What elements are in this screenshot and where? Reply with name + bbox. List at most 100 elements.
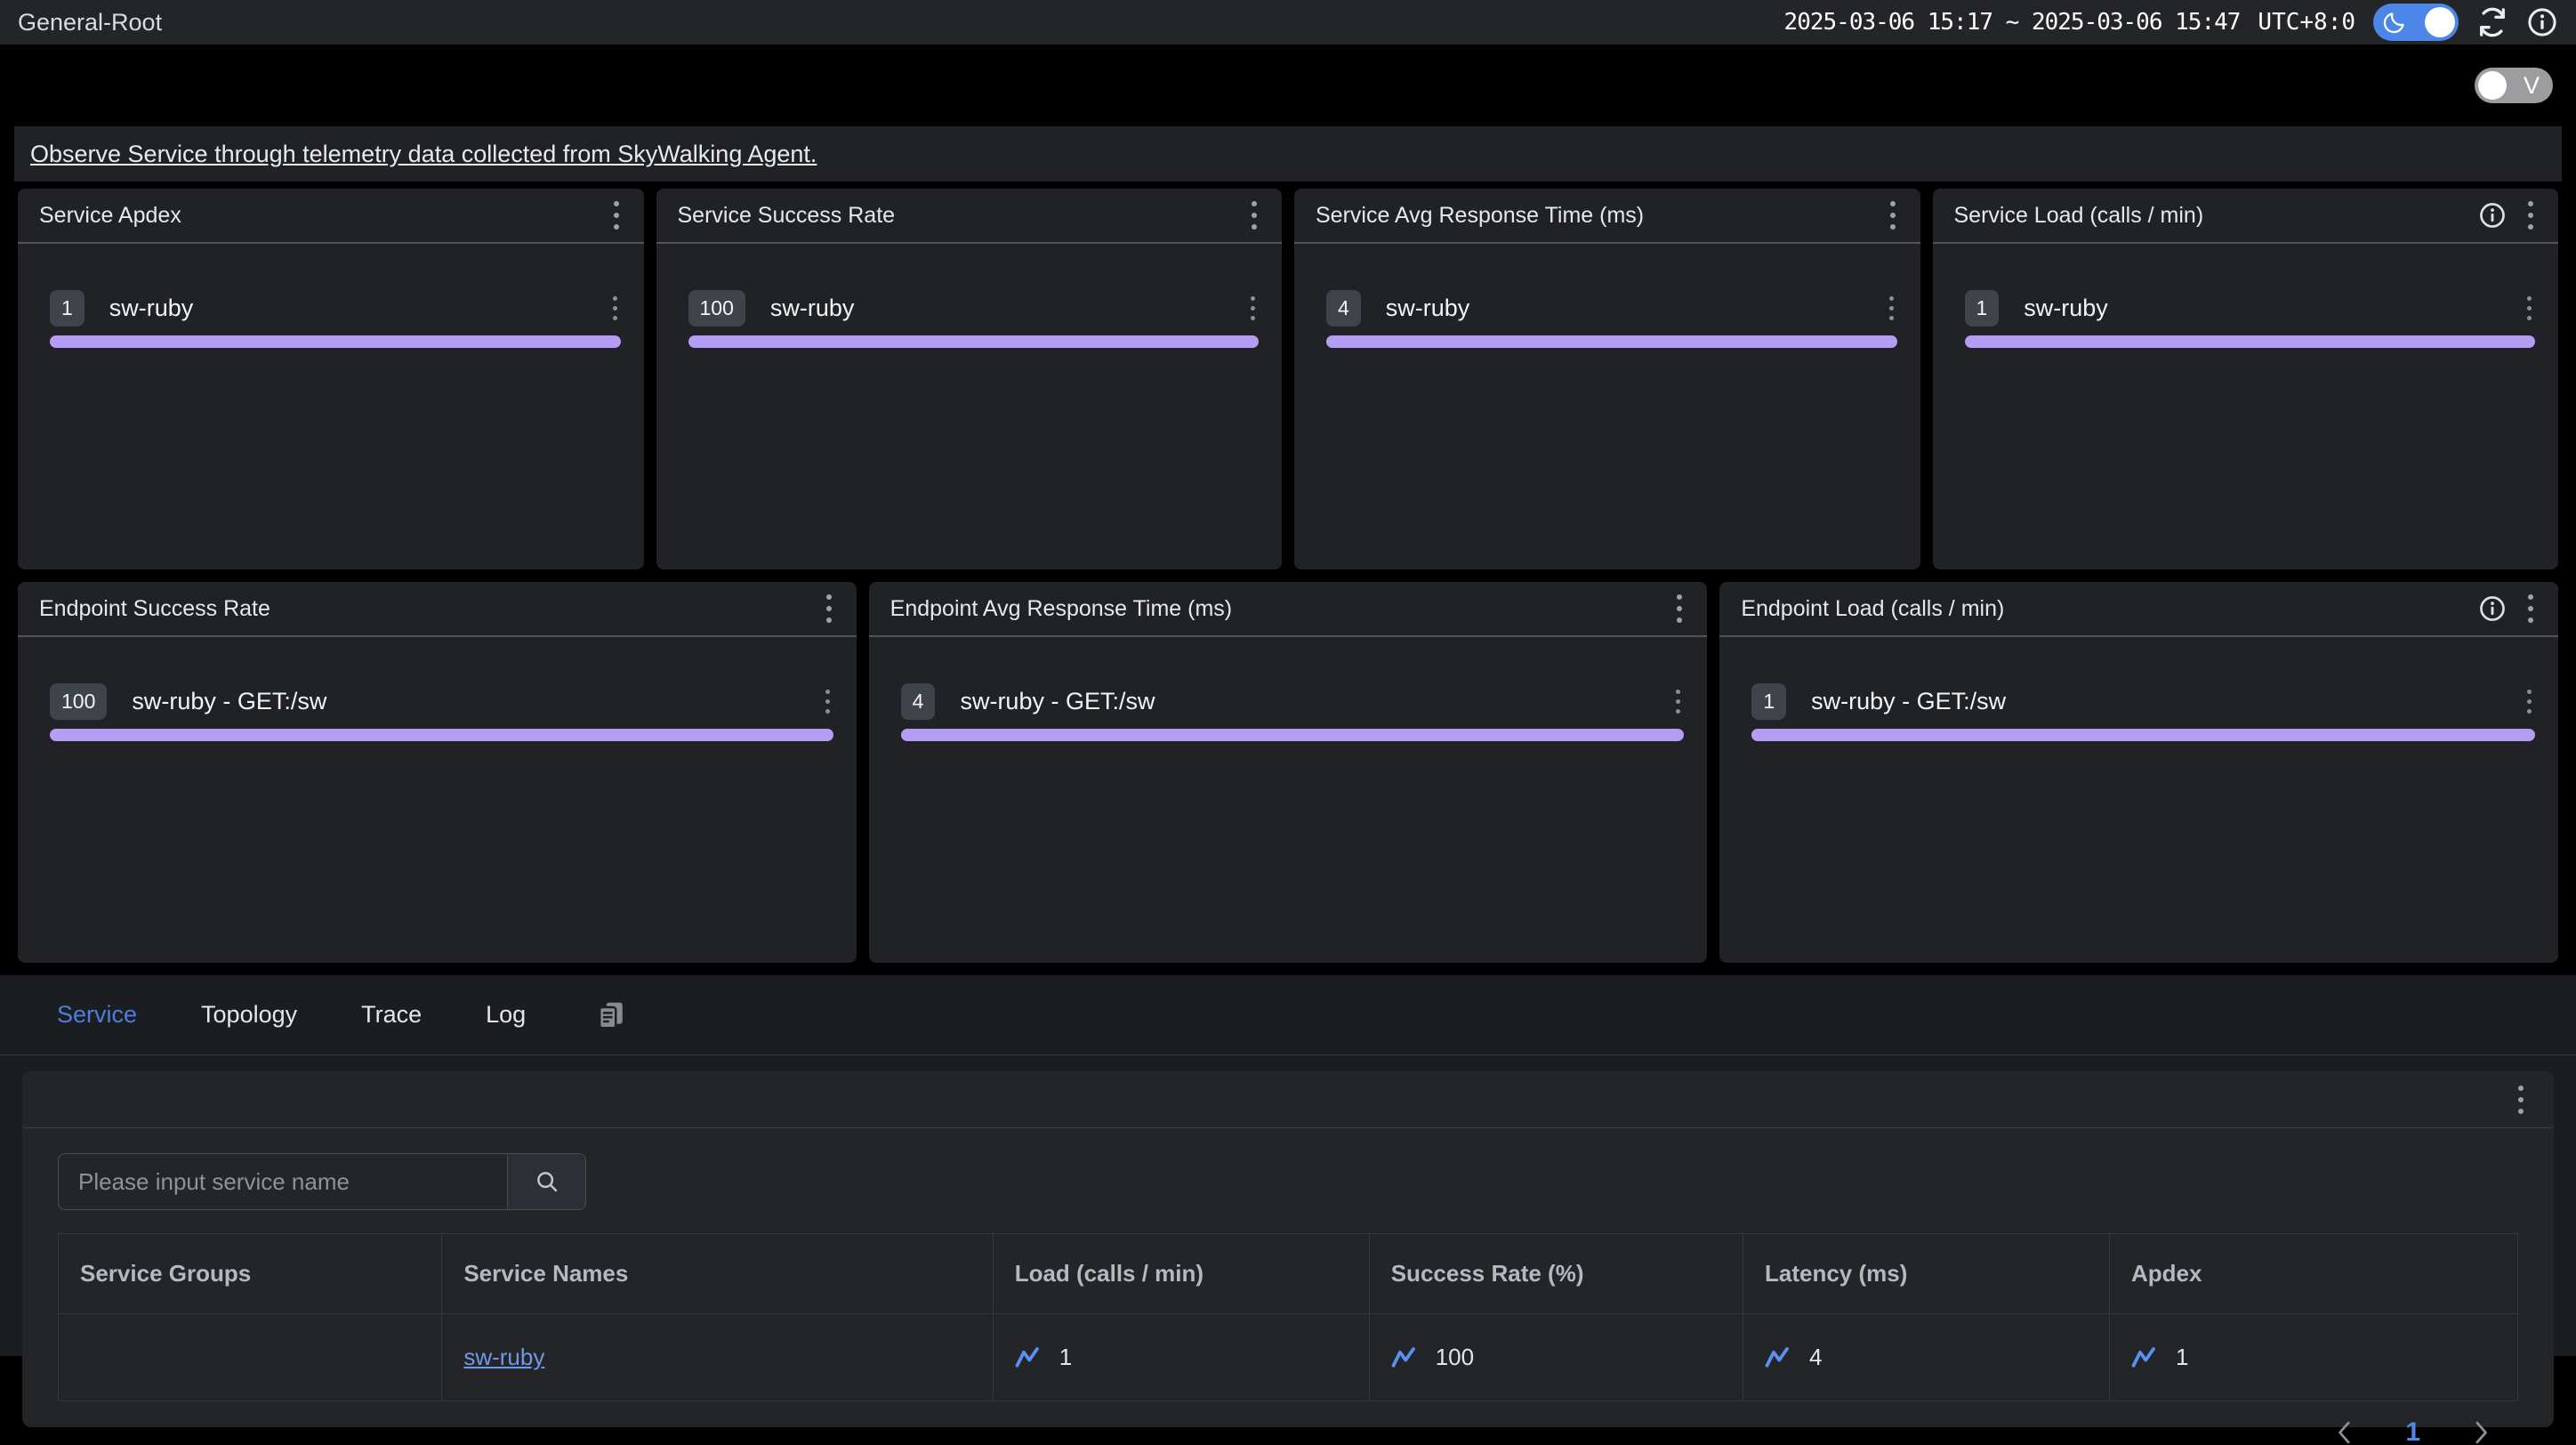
header-latency: Latency (ms) bbox=[1743, 1234, 2109, 1314]
item-menu-button[interactable] bbox=[1886, 293, 1897, 324]
tab-trace[interactable]: Trace bbox=[361, 1001, 422, 1029]
card-title: Service Load (calls / min) bbox=[1954, 203, 2479, 229]
metric-item-label[interactable]: sw-ruby bbox=[770, 295, 1247, 322]
card-service-load: Service Load (calls / min) 1 sw-ruby bbox=[1933, 189, 2559, 569]
tab-bar: Service Topology Trace Log bbox=[0, 975, 2576, 1055]
search-button[interactable] bbox=[507, 1154, 585, 1209]
description-banner: Observe Service through telemetry data c… bbox=[14, 126, 2562, 182]
sparkline-icon[interactable] bbox=[2131, 1346, 2158, 1369]
dark-mode-toggle[interactable] bbox=[2373, 4, 2459, 41]
metric-bar bbox=[688, 335, 1260, 348]
metric-bar bbox=[50, 335, 621, 348]
metric-value: 4 bbox=[1809, 1344, 1822, 1371]
cell-latency: 4 bbox=[1743, 1314, 2109, 1401]
widget-menu-button[interactable] bbox=[2515, 1082, 2527, 1118]
card-menu-button[interactable] bbox=[1673, 591, 1686, 626]
time-range[interactable]: 2025-03-06 15:17 ~ 2025-03-06 15:47 bbox=[1784, 9, 2241, 36]
metric-value: 100 bbox=[1436, 1344, 1474, 1371]
card-menu-button[interactable] bbox=[2524, 198, 2537, 233]
info-icon bbox=[2526, 6, 2558, 38]
metric-bar-fill bbox=[50, 335, 621, 348]
item-menu-button[interactable] bbox=[1672, 686, 1684, 717]
metric-value-badge: 100 bbox=[50, 683, 107, 720]
top-bar-controls: 2025-03-06 15:17 ~ 2025-03-06 15:47 UTC+… bbox=[1784, 4, 2558, 41]
search-row bbox=[22, 1128, 2554, 1210]
cell-service-name: sw-ruby bbox=[442, 1314, 993, 1401]
card-menu-button[interactable] bbox=[2524, 591, 2537, 626]
metric-value: 1 bbox=[1059, 1344, 1072, 1371]
header-service-groups: Service Groups bbox=[59, 1234, 442, 1314]
metric-bar bbox=[1326, 335, 1897, 348]
metric-value: 1 bbox=[2176, 1344, 2188, 1371]
dashboard-root: General-Root 2025-03-06 15:17 ~ 2025-03-… bbox=[0, 0, 2576, 1445]
search-icon bbox=[534, 1168, 560, 1195]
table-row: sw-ruby 1 bbox=[59, 1314, 2518, 1401]
item-menu-button[interactable] bbox=[2524, 293, 2535, 324]
search-input[interactable] bbox=[59, 1154, 507, 1209]
card-menu-button[interactable] bbox=[1248, 198, 1260, 233]
metric-item-label[interactable]: sw-ruby bbox=[1386, 295, 1886, 322]
refresh-icon bbox=[2476, 6, 2508, 38]
refresh-button[interactable] bbox=[2476, 6, 2508, 38]
cell-service-group bbox=[59, 1314, 442, 1401]
item-menu-button[interactable] bbox=[822, 686, 833, 717]
metric-item-label[interactable]: sw-ruby - GET:/sw bbox=[1811, 688, 2524, 715]
toolbar-strip: V bbox=[0, 44, 2576, 126]
cell-load: 1 bbox=[993, 1314, 1369, 1401]
pagination: 1 bbox=[22, 1401, 2554, 1445]
sparkline-icon[interactable] bbox=[1391, 1346, 1418, 1369]
top-bar: General-Root 2025-03-06 15:17 ~ 2025-03-… bbox=[0, 0, 2576, 44]
next-page-button[interactable] bbox=[2470, 1419, 2491, 1445]
header-load: Load (calls / min) bbox=[993, 1234, 1369, 1314]
endpoint-metrics-row: Endpoint Success Rate 100 sw-ruby - GET:… bbox=[0, 582, 2576, 963]
item-menu-button[interactable] bbox=[2524, 686, 2535, 717]
widget-header bbox=[22, 1071, 2554, 1128]
card-title: Endpoint Load (calls / min) bbox=[1741, 596, 2478, 622]
current-page[interactable]: 1 bbox=[2405, 1417, 2420, 1445]
table-header-row: Service Groups Service Names Load (calls… bbox=[59, 1234, 2518, 1314]
metric-bar-fill bbox=[1326, 335, 1897, 348]
tab-service[interactable]: Service bbox=[57, 1001, 137, 1029]
timezone-label[interactable]: UTC+8:0 bbox=[2258, 9, 2355, 36]
metric-bar bbox=[901, 729, 1685, 741]
metric-item-label[interactable]: sw-ruby - GET:/sw bbox=[960, 688, 1672, 715]
metric-item-label[interactable]: sw-ruby bbox=[2024, 295, 2524, 322]
tab-log[interactable]: Log bbox=[486, 1001, 526, 1029]
toggle-knob bbox=[2478, 71, 2507, 100]
banner-text[interactable]: Observe Service through telemetry data c… bbox=[30, 141, 817, 168]
metric-bar-fill bbox=[901, 729, 1685, 741]
metric-item-label[interactable]: sw-ruby bbox=[109, 295, 609, 322]
info-icon[interactable] bbox=[2478, 201, 2507, 230]
metric-bar-fill bbox=[1965, 335, 2536, 348]
cell-success-rate: 100 bbox=[1369, 1314, 1743, 1401]
service-link[interactable]: sw-ruby bbox=[463, 1344, 544, 1370]
info-button[interactable] bbox=[2526, 6, 2558, 38]
card-title: Endpoint Avg Response Time (ms) bbox=[890, 596, 1674, 622]
card-title: Endpoint Success Rate bbox=[39, 596, 823, 622]
info-icon[interactable] bbox=[2478, 594, 2507, 623]
bottom-section: Service Topology Trace Log bbox=[0, 975, 2576, 1356]
item-menu-button[interactable] bbox=[609, 293, 621, 324]
copy-docs-button[interactable] bbox=[595, 999, 627, 1031]
metric-value-badge: 4 bbox=[1326, 290, 1361, 327]
header-success-rate: Success Rate (%) bbox=[1369, 1234, 1743, 1314]
previous-page-button[interactable] bbox=[2334, 1419, 2355, 1445]
metric-bar-fill bbox=[688, 335, 1260, 348]
metric-value-badge: 4 bbox=[901, 683, 936, 720]
card-menu-button[interactable] bbox=[823, 591, 835, 626]
view-edit-toggle[interactable]: V bbox=[2475, 68, 2553, 103]
service-list-widget: Service Groups Service Names Load (calls… bbox=[22, 1071, 2554, 1427]
page-title: General-Root bbox=[18, 9, 162, 36]
metric-item-label[interactable]: sw-ruby - GET:/sw bbox=[132, 688, 821, 715]
sparkline-icon[interactable] bbox=[1765, 1346, 1791, 1369]
sparkline-icon[interactable] bbox=[1015, 1346, 1042, 1369]
card-menu-button[interactable] bbox=[1887, 198, 1899, 233]
card-title: Service Apdex bbox=[39, 203, 610, 229]
view-mode-label: V bbox=[2524, 72, 2540, 100]
moon-icon bbox=[2381, 9, 2408, 36]
tab-topology[interactable]: Topology bbox=[201, 1001, 297, 1029]
metric-bar bbox=[1751, 729, 2535, 741]
card-menu-button[interactable] bbox=[610, 198, 623, 233]
card-service-avg-response-time: Service Avg Response Time (ms) 4 sw-ruby bbox=[1294, 189, 1920, 569]
item-menu-button[interactable] bbox=[1247, 293, 1259, 324]
